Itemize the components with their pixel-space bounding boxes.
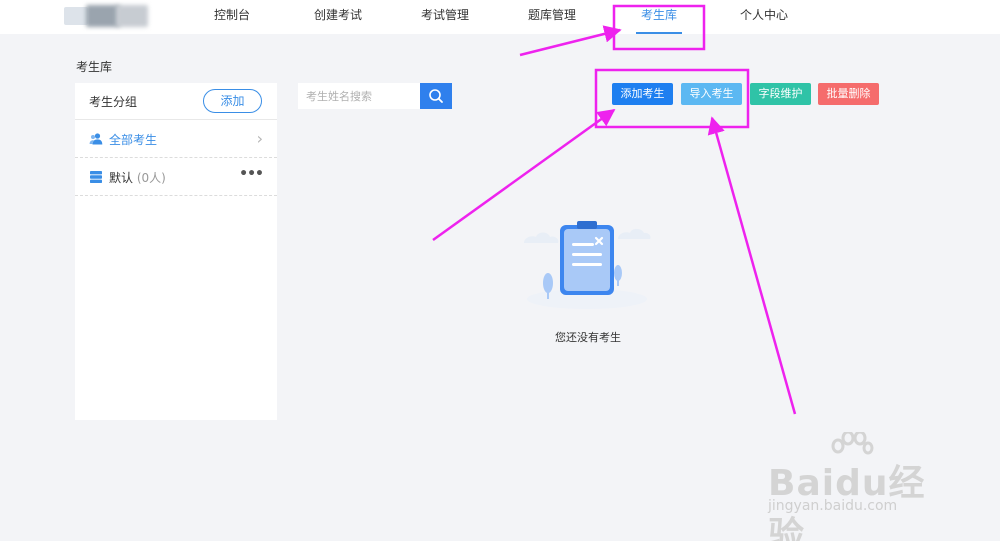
group-item-label: 默认 (0人) xyxy=(109,169,166,186)
search-input[interactable] xyxy=(298,83,421,109)
users-icon xyxy=(89,133,103,145)
search-button[interactable] xyxy=(420,83,452,109)
add-candidate-button[interactable]: 添加考生 xyxy=(612,83,673,105)
nav-question-bank[interactable]: 题库管理 xyxy=(527,0,577,34)
nav-exam-management[interactable]: 考试管理 xyxy=(420,0,470,34)
search-icon xyxy=(429,89,443,103)
group-item-label: 全部考生 xyxy=(109,133,158,147)
group-panel: 考生分组 添加 全部考生 › 默认 (0人) ••• xyxy=(75,83,277,420)
candidate-search xyxy=(298,83,452,109)
empty-state-text: 您还没有考生 xyxy=(555,331,621,344)
chevron-right-icon: › xyxy=(256,129,263,148)
batch-delete-button[interactable]: 批量删除 xyxy=(818,83,879,105)
database-icon xyxy=(90,171,102,183)
group-item-default[interactable]: 默认 (0人) ••• xyxy=(75,158,277,196)
baidu-watermark: Baidu经验 jingyan.baidu.com xyxy=(760,432,950,541)
import-candidate-button[interactable]: 导入考生 xyxy=(681,83,742,105)
group-name: 默认 xyxy=(109,171,134,185)
empty-clipboard-illustration xyxy=(524,221,651,309)
more-options-icon[interactable]: ••• xyxy=(239,166,264,182)
field-maintenance-button[interactable]: 字段维护 xyxy=(750,83,811,105)
page-title: 考生库 xyxy=(76,60,113,74)
group-panel-header: 考生分组 添加 xyxy=(75,83,277,120)
nav-personal-center[interactable]: 个人中心 xyxy=(738,0,790,34)
nav-create-exam[interactable]: 创建考试 xyxy=(313,0,363,34)
group-item-all[interactable]: 全部考生 › xyxy=(75,120,277,158)
nav-dashboard[interactable]: 控制台 xyxy=(212,0,252,34)
group-panel-title: 考生分组 xyxy=(89,95,138,109)
annotation-arrow xyxy=(707,116,797,415)
watermark-url: jingyan.baidu.com xyxy=(768,498,898,514)
group-count: (0人) xyxy=(136,171,166,185)
top-navbar: 控制台 创建考试 考试管理 题库管理 考生库 个人中心 xyxy=(0,0,1000,34)
nav-candidate-library[interactable]: 考生库 xyxy=(636,0,682,34)
logo[interactable] xyxy=(64,3,150,29)
add-group-button[interactable]: 添加 xyxy=(203,89,262,113)
